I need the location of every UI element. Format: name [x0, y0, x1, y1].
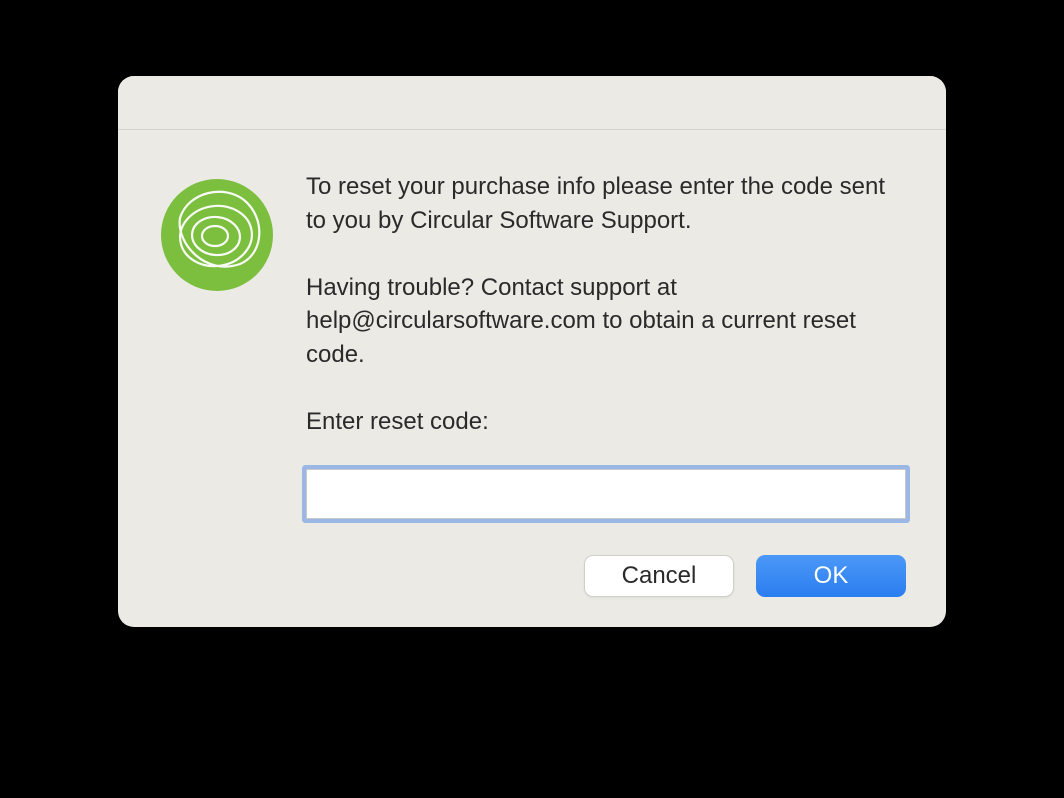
dialog-icon-column: [158, 170, 276, 597]
reset-code-dialog: To reset your purchase info please enter…: [118, 76, 946, 627]
ok-button[interactable]: OK: [756, 555, 906, 597]
circular-logo-icon: [158, 281, 276, 298]
input-wrapper: [306, 469, 906, 519]
dialog-button-row: Cancel OK: [306, 555, 906, 597]
dialog-message: To reset your purchase info please enter…: [306, 170, 906, 439]
dialog-body: To reset your purchase info please enter…: [118, 130, 946, 627]
cancel-button[interactable]: Cancel: [584, 555, 734, 597]
reset-code-input[interactable]: [306, 469, 906, 519]
dialog-titlebar: [118, 76, 946, 130]
dialog-content: To reset your purchase info please enter…: [306, 170, 906, 597]
